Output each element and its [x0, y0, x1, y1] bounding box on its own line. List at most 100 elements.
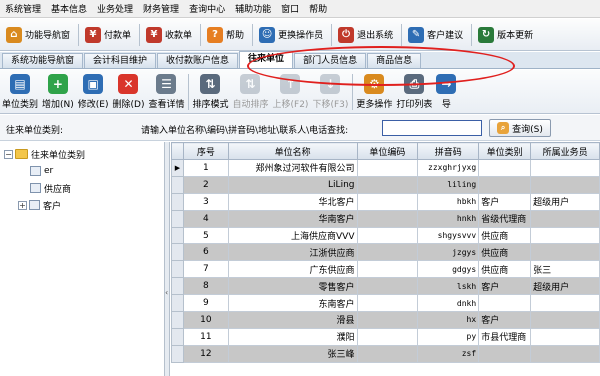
toolbar-button[interactable]: ¥ 收款单: [142, 22, 196, 48]
export-icon: →: [436, 74, 457, 94]
query-button[interactable]: ⌕ 查询(S): [489, 119, 551, 137]
toolbar-button[interactable]: ⌂ 功能导航窗: [2, 22, 74, 48]
table-cell: 9: [182, 294, 229, 313]
tab[interactable]: 商品信息: [367, 53, 422, 68]
tab[interactable]: 部门人员信息: [294, 53, 367, 68]
table-row[interactable]: 2 LiLing liling: [171, 175, 600, 194]
table-row[interactable]: 3 华北客户 hbkh 客户 超级用户: [171, 192, 600, 211]
tab[interactable]: 系统功能导航窗: [2, 53, 84, 68]
toolbar-button-label: 付款单: [104, 31, 132, 41]
auto-sort-icon: ⇅: [240, 74, 261, 94]
collapse-arrow-icon[interactable]: ‹: [165, 288, 168, 297]
column-header[interactable]: 单位编码: [356, 142, 419, 160]
menu-item[interactable]: 窗口: [276, 2, 304, 15]
table-cell: 供应商: [478, 260, 532, 279]
table-cell: 郑州象过河软件有限公司: [227, 159, 358, 177]
toolbar-button[interactable]: ¥ 付款单: [81, 22, 135, 48]
action-button[interactable]: ☰ 查看详情: [148, 70, 184, 114]
action-button[interactable]: ✕ 删除(D): [113, 70, 144, 114]
menu-item[interactable]: 查询中心: [184, 2, 230, 15]
column-header[interactable]: 单位名称: [227, 142, 358, 160]
category-icon: [30, 183, 41, 193]
table-row[interactable]: 8 零售客户 lskh 客户 超级用户: [171, 277, 600, 296]
action-button[interactable]: ▤ 单位类别: [2, 70, 38, 114]
action-button[interactable]: ⚙ 更多操作: [356, 70, 392, 114]
tab[interactable]: 收付款账户信息: [157, 53, 239, 68]
row-indicator: [171, 243, 184, 262]
tree-item-customer[interactable]: + 客户: [18, 198, 61, 212]
toolbar-button-label: 版本更新: [497, 31, 534, 41]
menu-item[interactable]: 辅助功能: [230, 2, 276, 15]
table-row[interactable]: 6 江浙供应商 jzgys 供应商: [171, 243, 600, 262]
toolbar-button[interactable]: ⏻ 退出系统: [334, 22, 397, 48]
menu-item[interactable]: 帮助: [304, 2, 332, 15]
table-cell: 1: [182, 159, 229, 177]
table-row[interactable]: 11 濮阳 py 市县代理商: [171, 327, 600, 346]
panel-splitter[interactable]: ‹: [165, 142, 170, 376]
table-row[interactable]: 5 上海供应商VVV shgysvvv 供应商: [171, 226, 600, 245]
action-button-label: 导: [441, 100, 451, 110]
category-icon: [30, 166, 41, 176]
collapse-icon[interactable]: −: [4, 149, 13, 159]
action-button-label: 下移(F3): [312, 100, 349, 110]
table-row[interactable]: 12 张三峰 zsf: [171, 344, 600, 363]
action-button[interactable]: + 增加(N): [42, 70, 74, 114]
action-button[interactable]: ⇅ 排序模式: [192, 70, 228, 114]
toolbar-button-label: 帮助: [226, 31, 245, 41]
column-header[interactable]: 所属业务员: [530, 142, 600, 160]
table-cell: 4: [182, 209, 229, 228]
help-icon: ?: [207, 26, 224, 43]
move-up-icon: ↑: [280, 74, 301, 94]
toolbar-button[interactable]: ? 帮助: [203, 22, 248, 48]
menu-item[interactable]: 业务处理: [92, 2, 138, 15]
action-button-label: 上移(F2): [272, 100, 309, 110]
table-row[interactable]: ▶ 1 郑州象过河软件有限公司 zzxghrjyxg: [171, 159, 600, 177]
menu-item[interactable]: 基本信息: [46, 2, 92, 15]
table-cell: jzgys: [417, 243, 480, 262]
tree-item-supplier[interactable]: 供应商: [30, 181, 71, 195]
toolbar-separator: [78, 23, 80, 46]
table-cell: 供应商: [478, 226, 532, 245]
table-cell: py: [417, 327, 480, 346]
table-row[interactable]: 7 广东供应商 gdgys 供应商 张三: [171, 260, 600, 279]
action-button[interactable]: → 导: [436, 70, 457, 114]
tab[interactable]: 会计科目维护: [84, 53, 157, 68]
row-indicator: [171, 192, 184, 211]
column-header[interactable]: 单位类别: [478, 142, 532, 160]
edit-icon: ✎: [408, 26, 425, 43]
table-cell: [356, 277, 419, 296]
expand-icon[interactable]: +: [18, 200, 27, 210]
toolbar-button-label: 更换操作员: [278, 31, 324, 41]
column-header[interactable]: 拼音码: [417, 142, 480, 160]
table-cell: 11: [182, 327, 229, 346]
action-button-label: 单位类别: [2, 100, 39, 110]
tab[interactable]: 往来单位: [239, 51, 294, 68]
magnifier-icon: ⌕: [497, 122, 510, 134]
toolbar-button[interactable]: ☺ 更换操作员: [255, 22, 327, 48]
category-icon: ▤: [10, 74, 30, 94]
table-row[interactable]: 9 东南客户 dnkh: [171, 294, 600, 313]
category-icon: [29, 200, 40, 210]
table-cell: [530, 243, 600, 262]
toolbar-button-label: 收款单: [165, 31, 193, 41]
column-header[interactable]: 序号: [182, 142, 229, 160]
toolbar-button[interactable]: ✎ 客户建议: [404, 22, 467, 48]
menu-item[interactable]: 系统管理: [0, 2, 46, 15]
action-button[interactable]: ▣ 修改(E): [78, 70, 109, 114]
menu-item[interactable]: 财务管理: [138, 2, 184, 15]
tree-root[interactable]: − 往来单位类别: [4, 147, 85, 161]
table-row[interactable]: 4 华南客户 hnkh 省级代理商: [171, 209, 600, 228]
action-button[interactable]: ⎙ 打印列表: [396, 70, 432, 114]
tree-item-label: 供应商: [44, 184, 72, 195]
table-row[interactable]: 10 滑县 hx 客户: [171, 311, 600, 329]
table-cell: [530, 311, 600, 329]
tree-item-er[interactable]: er: [30, 164, 53, 178]
table-cell: [356, 192, 419, 211]
search-input[interactable]: [382, 120, 482, 136]
action-button: ↑ 上移(F2): [272, 70, 309, 114]
row-indicator: [171, 209, 184, 228]
toolbar-button[interactable]: ↻ 版本更新: [474, 22, 537, 48]
table-cell: 张三: [530, 260, 600, 279]
action-button-label: 自动排序: [232, 100, 269, 110]
table-cell: 客户: [478, 192, 532, 211]
